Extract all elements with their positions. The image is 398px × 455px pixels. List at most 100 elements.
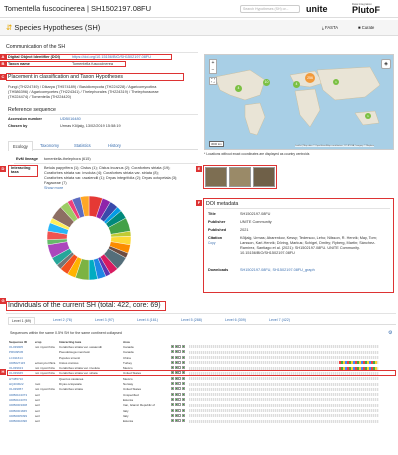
placement-line-2[interactable]: (TH586396) / Agaricomycetes (TH224341) /… — [8, 90, 159, 94]
copy-citation-button[interactable]: Copy — [208, 241, 215, 245]
map-continents — [214, 66, 381, 136]
specimen-image[interactable] — [205, 167, 227, 187]
marker-box — [181, 350, 185, 354]
map-marker[interactable]: 4 — [235, 85, 242, 92]
taxa-line-2[interactable]: Coraforbes striata var. involuta (4); Co… — [44, 171, 159, 175]
zoom-in-icon[interactable]: + — [210, 60, 216, 67]
taxon-value: Tomentella fuscocinerea — [72, 62, 113, 66]
collapsed-note: Sequences within the same 0.5% SH for th… — [10, 331, 122, 335]
doi-meta-heading: DOI metadata — [206, 201, 239, 207]
sort-icon: ⇵ — [6, 23, 13, 32]
doi-published-label: Published — [208, 228, 227, 232]
alignment-strip — [189, 345, 379, 349]
individuals-heading: Individuals of the current SH (total: 42… — [8, 302, 161, 309]
badge-d: D — [0, 166, 6, 172]
accession-link[interactable]: UDB016480 — [60, 117, 81, 121]
doi-publisher-label: Publisher — [208, 220, 226, 224]
unite-logo[interactable]: unite — [306, 4, 328, 14]
map-marker[interactable]: 1 — [333, 79, 339, 85]
tab-level-2[interactable]: Level 2 (76) — [50, 317, 75, 323]
divider — [206, 208, 390, 209]
doi-publisher-value: UNITE Community — [240, 220, 272, 224]
curate-button[interactable]: ■ Curate — [358, 25, 374, 30]
map-marker[interactable]: 10 — [263, 79, 270, 86]
cell-erop: ectomycorrhiza — [35, 360, 56, 365]
zoom-out-icon[interactable]: − — [210, 67, 216, 74]
marker-box — [181, 366, 185, 370]
marker-box — [181, 419, 185, 423]
cell-erop: not mycorrhiza — [35, 344, 55, 349]
chosen-by-value: Urmas Kõljalg, 13/02/2019 15:58:19 — [60, 124, 121, 128]
doi-title-label: Title — [208, 212, 216, 216]
tab-statistics[interactable]: Statistics — [70, 141, 95, 150]
taxon-label: Taxon name — [8, 62, 30, 66]
divider — [6, 313, 396, 314]
alignment-variant — [339, 361, 377, 365]
communication-heading: Communication of the SH — [6, 44, 66, 50]
map-marker[interactable]: 4 — [293, 81, 300, 88]
cell-id[interactable]: UDB0002396 — [8, 418, 34, 423]
map-note: * Locations without exact coordinates ar… — [204, 152, 310, 156]
tab-level-5[interactable]: Level 5 (288) — [178, 317, 205, 323]
cell-taxa — [58, 418, 122, 423]
zoom-controls[interactable]: + − — [209, 59, 217, 74]
alignment-strip — [189, 387, 379, 391]
doi-link[interactable]: https://doi.org/10.15156/BIO/SH1502197.0… — [72, 55, 151, 59]
divider — [14, 163, 198, 164]
tab-taxonomy[interactable]: Taxonomy — [36, 141, 63, 150]
doi-downloads-label: Downloads — [208, 268, 229, 272]
marker-box — [181, 403, 185, 407]
taxa-line-3[interactable]: Coraforbes striata var. uwaiendii (1); D… — [44, 176, 177, 180]
alignment-strip — [189, 356, 379, 360]
chosen-by-label: Chosen by — [8, 124, 28, 128]
map-marker[interactable]: 256 — [305, 73, 315, 83]
alignment-strip — [189, 350, 379, 354]
settings-icon[interactable]: ⚙ — [388, 330, 392, 336]
doi-label: Digital Object Identifier (DOI) — [8, 55, 60, 59]
alignment-strip — [189, 414, 379, 418]
taxa-line-4[interactable]: Fagaceae (7) — [44, 181, 67, 185]
divider — [8, 114, 198, 115]
layers-icon[interactable]: ◈ — [381, 59, 391, 69]
badge-f: F — [196, 200, 202, 206]
evm-lineage-label: EvM lineage — [16, 157, 38, 161]
marker-box — [181, 392, 185, 396]
map-marker[interactable]: 1 — [365, 113, 371, 119]
interacting-taxa-pie — [46, 195, 132, 281]
marker-box — [181, 344, 185, 348]
interacting-label: Interacting taxa — [11, 166, 31, 174]
plutof-logo[interactable]: Data Integration PlutoF — [352, 2, 398, 16]
marker-box — [181, 387, 185, 391]
show-more-link[interactable]: Show more — [44, 186, 63, 190]
specimen-image[interactable] — [229, 167, 251, 187]
doi-citation-value: Kõljalg, Urmas; Abarenkov, Kessy; Teders… — [240, 236, 377, 255]
fasta-button[interactable]: ⤓ FASTA — [322, 25, 338, 30]
cell-erop: soil — [35, 419, 40, 424]
tab-ecology[interactable]: Ecology — [8, 141, 33, 151]
alignment-strip — [189, 361, 379, 365]
world-map[interactable]: + − ⛶ ◈ 4 10 4 256 1 1 3000 km Leaflet |… — [204, 54, 394, 150]
tab-level-6[interactable]: Level 6 (309) — [222, 317, 249, 323]
badge-e: E — [196, 166, 202, 172]
alignment-strip — [189, 393, 379, 397]
table-row[interactable]: UDB0002396 soil Estonia — [8, 418, 380, 423]
placement-line-3[interactable]: (TH224474) / Tomentella (TH224420) — [8, 95, 71, 99]
fullscreen-icon[interactable]: ⛶ — [209, 77, 217, 85]
marker-box — [181, 408, 185, 412]
tab-history[interactable]: History — [104, 141, 125, 150]
placement-line-1[interactable]: Fungi (TH224749) / Dikarya (TH574189) / … — [8, 85, 156, 89]
alignment-strip — [189, 403, 379, 407]
alignment-strip — [189, 409, 379, 412]
taxa-line-1[interactable]: Betula papyrifera (1); Cistus (1); Cistu… — [44, 166, 170, 170]
download-icon: ⤓ — [322, 25, 324, 30]
sh-title: ⇵ Species Hypotheses (SH) — [6, 23, 101, 32]
map-attribution: Leaflet | Map data © OpenStreetMap contr… — [295, 145, 374, 147]
doi-downloads-links[interactable]: SH1502197.08FU, SH1502197.08FU_graph — [240, 268, 315, 272]
row-highlight — [7, 370, 396, 376]
tab-level-3[interactable]: Level 3 (97) — [92, 317, 117, 323]
specimen-image[interactable] — [253, 167, 275, 187]
search-input[interactable]: Search Hypotheses (SH) or... — [240, 5, 300, 13]
tab-level-4[interactable]: Level 4 (161) — [134, 317, 161, 323]
tab-level-1[interactable]: Level 1 (69) — [8, 317, 35, 324]
tab-level-7[interactable]: Level 7 (422) — [266, 317, 293, 323]
